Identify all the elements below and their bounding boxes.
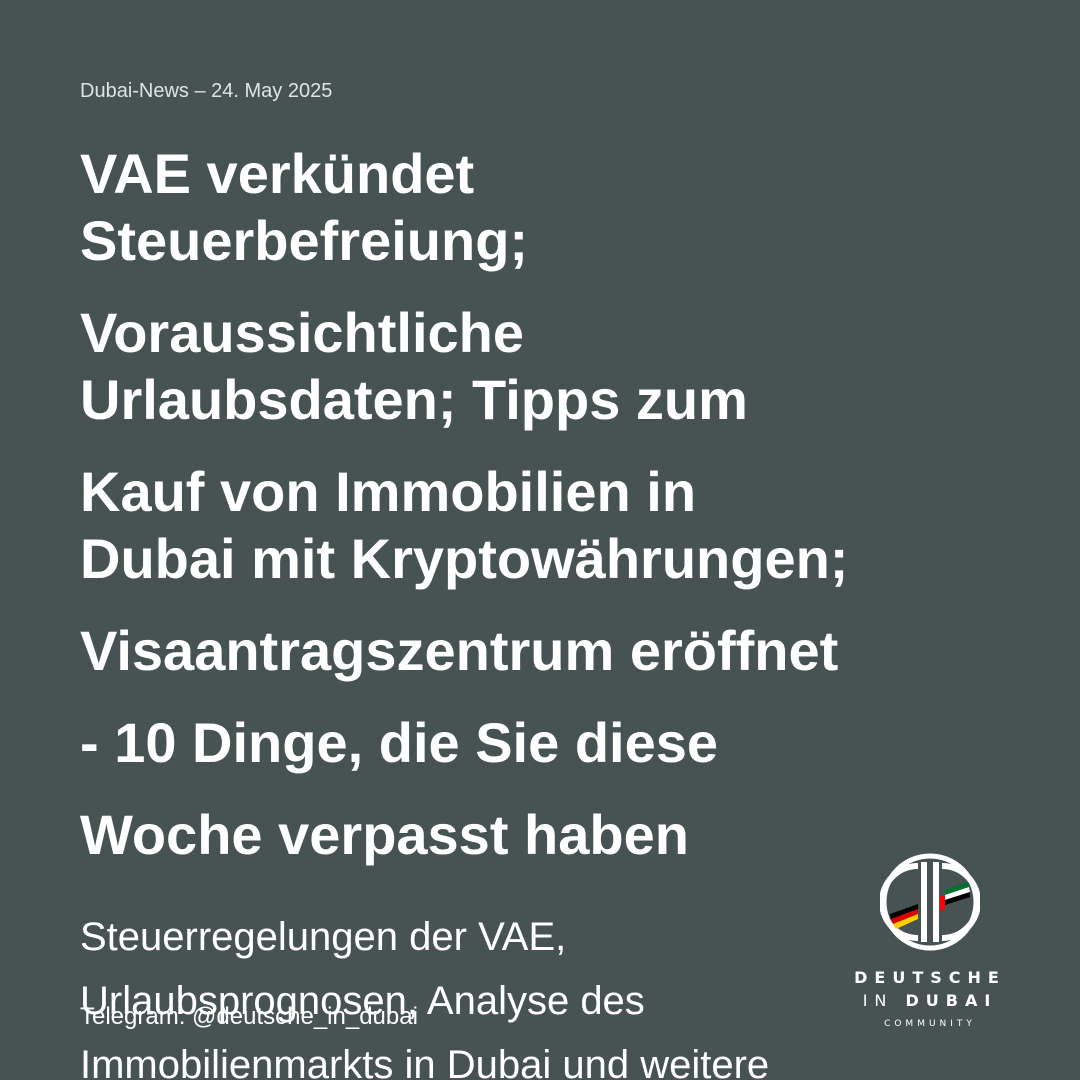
- logo-text-dubai: DUBAI: [905, 991, 998, 1010]
- headline-line: Visaantragszentrum eröffnet: [80, 619, 839, 682]
- headline-line: - 10 Dinge, die Sie diese: [80, 711, 719, 774]
- logo-text-deutsche: DEUTSCHE: [854, 968, 1006, 987]
- headline: VAE verkündet Steuerbefreiung; Voraussic…: [80, 140, 1020, 868]
- subtitle: Steuerregelungen der VAE, Urlaubsprognos…: [80, 905, 880, 1080]
- headline-line: Voraussichtliche: [80, 301, 525, 364]
- dd-monogram-flags-icon: [880, 853, 980, 951]
- logo-text-in: IN: [862, 991, 906, 1010]
- logo-text-community: COMMUNITY: [884, 1019, 976, 1029]
- headline-line: Steuerbefreiung;: [80, 209, 529, 272]
- headline-line: Urlaubsdaten; Tipps zum: [80, 368, 748, 431]
- headline-line: VAE verkündet: [80, 142, 475, 205]
- brand-logo: DEUTSCHE IN DUBAI COMMUNITY: [838, 850, 1022, 1035]
- subtitle-line: Immobilienmarkts in Dubai und weitere: [80, 1043, 770, 1080]
- headline-line: Kauf von Immobilien in: [80, 460, 697, 523]
- subtitle-line: Steuerregelungen der VAE,: [80, 915, 567, 959]
- news-post: Dubai-News – 24. May 2025 VAE verkündet …: [0, 0, 1080, 1080]
- dateline: Dubai-News – 24. May 2025: [80, 80, 333, 102]
- headline-line: Dubai mit Kryptowährungen;: [80, 527, 849, 590]
- logo-text-in-dubai: IN DUBAI: [838, 991, 1022, 1010]
- telegram-handle: Telegram: @deutsche_in_dubai: [80, 1003, 418, 1030]
